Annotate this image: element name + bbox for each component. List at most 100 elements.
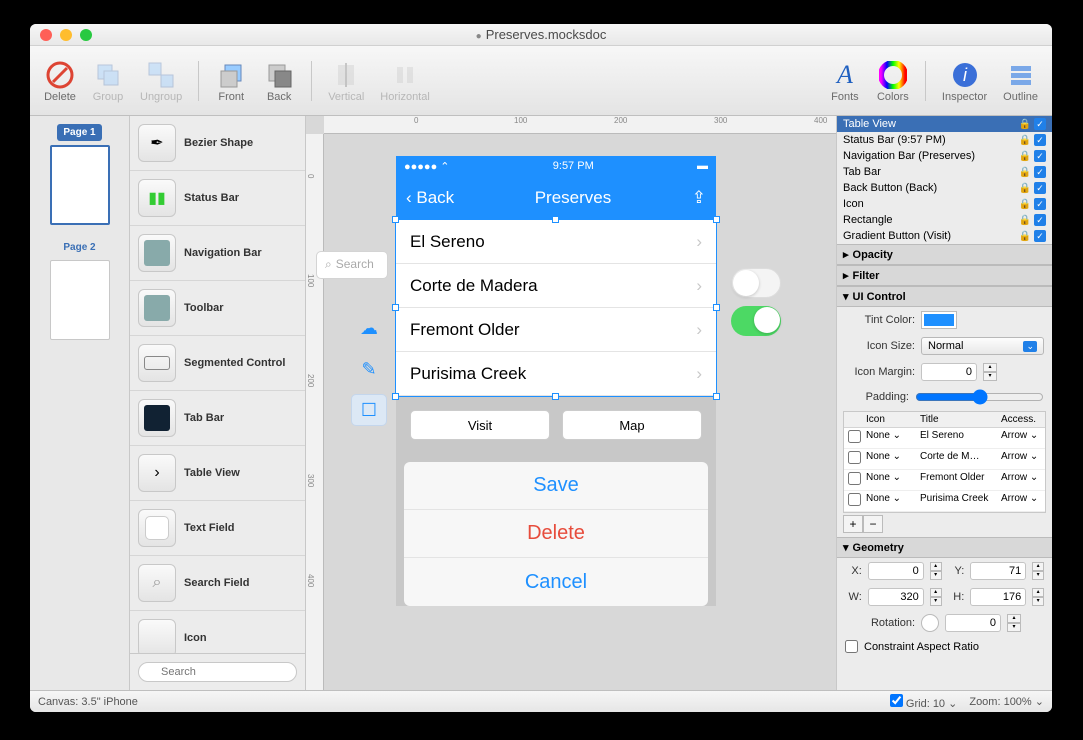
cancel-button[interactable]: Cancel — [404, 558, 708, 606]
lib-item-icon[interactable]: Icon — [130, 611, 305, 653]
table-row[interactable]: El Sereno› — [396, 220, 716, 264]
map-button[interactable]: Map — [562, 410, 702, 440]
canvas-area[interactable]: 0 100 200 300 400 0 100 200 300 400 ⌕Sea… — [306, 116, 836, 690]
delete-action-button[interactable]: Delete — [404, 510, 708, 558]
page-thumb-1[interactable]: Page 1 — [36, 122, 123, 229]
add-button[interactable]: + — [843, 515, 863, 533]
layer-row[interactable]: Tab Bar🔒✓ — [837, 164, 1052, 180]
lock-icon[interactable]: 🔒 — [1019, 231, 1031, 242]
uicontrol-header[interactable]: ▾ UI Control — [837, 286, 1052, 307]
layer-row[interactable]: Navigation Bar (Preserves)🔒✓ — [837, 148, 1052, 164]
lock-icon[interactable]: 🔒 — [1019, 183, 1031, 194]
ungroup-button[interactable]: Ungroup — [134, 55, 188, 107]
iconsize-select[interactable]: Normal⌄ — [921, 337, 1044, 355]
save-button[interactable]: Save — [404, 462, 708, 510]
fonts-button[interactable]: AFonts — [823, 55, 867, 107]
stepper[interactable]: ▴▾ — [1007, 614, 1021, 632]
table-row[interactable]: Fremont Older› — [396, 308, 716, 352]
geometry-header[interactable]: ▾ Geometry — [837, 537, 1052, 558]
visible-checkbox[interactable]: ✓ — [1034, 134, 1046, 146]
layer-row[interactable]: Icon🔒✓ — [837, 196, 1052, 212]
lock-icon[interactable]: 🔒 — [1019, 151, 1031, 162]
visible-checkbox[interactable]: ✓ — [1034, 166, 1046, 178]
visible-checkbox[interactable]: ✓ — [1034, 230, 1046, 242]
table-row[interactable]: Purisima Creek› — [396, 352, 716, 396]
lib-item-segmented[interactable]: Segmented Control — [130, 336, 305, 391]
zoom-dropdown[interactable]: Zoom: 100% ⌄ — [969, 695, 1044, 708]
chevron-right-icon: › — [696, 364, 702, 384]
lib-item-toolbar[interactable]: Toolbar — [130, 281, 305, 336]
lib-item-navbar[interactable]: Navigation Bar — [130, 226, 305, 281]
layer-row[interactable]: Table View🔒✓ — [837, 116, 1052, 132]
visible-checkbox[interactable]: ✓ — [1034, 198, 1046, 210]
lib-item-searchfield[interactable]: ⌕Search Field — [130, 556, 305, 611]
cloud-icon[interactable]: ☁ — [351, 312, 387, 344]
h-input[interactable] — [970, 588, 1026, 606]
vertical-button[interactable]: Vertical — [322, 55, 370, 107]
visit-button[interactable]: Visit — [410, 410, 550, 440]
layer-row[interactable]: Rectangle🔒✓ — [837, 212, 1052, 228]
layer-row[interactable]: Gradient Button (Visit)🔒✓ — [837, 228, 1052, 244]
lock-icon[interactable]: 🔒 — [1019, 167, 1031, 178]
lock-icon[interactable]: 🔒 — [1019, 199, 1031, 210]
outline-button[interactable]: Outline — [997, 55, 1044, 107]
lib-item-tabbar[interactable]: Tab Bar — [130, 391, 305, 446]
remove-button[interactable]: − — [863, 515, 883, 533]
lib-item-textfield[interactable]: Text Field — [130, 501, 305, 556]
lock-icon[interactable]: 🔒 — [1019, 119, 1031, 130]
mockup-tableview[interactable]: El Sereno› Corte de Madera› Fremont Olde… — [396, 220, 716, 396]
chevron-right-icon: › — [696, 320, 702, 340]
iconmargin-input[interactable] — [921, 363, 977, 381]
battery-icon: ▬ — [697, 160, 708, 172]
grid-dropdown[interactable]: Grid: 10 ⌄ — [890, 694, 957, 710]
rotation-input[interactable] — [945, 614, 1001, 632]
stepper[interactable]: ▴▾ — [1032, 562, 1044, 580]
table-row[interactable]: None ⌄Purisima CreekArrow ⌄ — [844, 491, 1045, 512]
visible-checkbox[interactable]: ✓ — [1034, 150, 1046, 162]
lock-icon[interactable]: 🔒 — [1019, 135, 1031, 146]
colors-button[interactable]: Colors — [871, 55, 915, 107]
padding-slider[interactable] — [915, 389, 1044, 405]
stepper[interactable]: ▴▾ — [983, 363, 997, 381]
nav-back-button[interactable]: ‹ Back — [406, 188, 454, 208]
canvas-search-field[interactable]: ⌕Search — [316, 251, 388, 279]
tint-colorwell[interactable] — [921, 311, 957, 329]
aspect-checkbox[interactable] — [845, 640, 858, 653]
visible-checkbox[interactable]: ✓ — [1034, 118, 1046, 130]
pages-panel: Page 1 Page 2 — [30, 116, 130, 690]
table-row[interactable]: None ⌄Fremont OlderArrow ⌄ — [844, 470, 1045, 491]
back-button[interactable]: Back — [257, 55, 301, 107]
x-input[interactable] — [868, 562, 924, 580]
filter-header[interactable]: ▸ Filter — [837, 265, 1052, 286]
library-search-input[interactable] — [138, 662, 297, 682]
horizontal-button[interactable]: Horizontal — [374, 55, 436, 107]
stepper[interactable]: ▴▾ — [1032, 588, 1044, 606]
w-input[interactable] — [868, 588, 924, 606]
rotation-dial[interactable] — [921, 614, 939, 632]
opacity-header[interactable]: ▸ Opacity — [837, 244, 1052, 265]
layer-row[interactable]: Status Bar (9:57 PM)🔒✓ — [837, 132, 1052, 148]
visible-checkbox[interactable]: ✓ — [1034, 182, 1046, 194]
front-button[interactable]: Front — [209, 55, 253, 107]
toggle-off[interactable] — [731, 268, 781, 298]
lib-item-bezier[interactable]: ✒Bezier Shape — [130, 116, 305, 171]
lib-item-tableview[interactable]: ›Table View — [130, 446, 305, 501]
layer-row[interactable]: Back Button (Back)🔒✓ — [837, 180, 1052, 196]
y-input[interactable] — [970, 562, 1026, 580]
share-icon[interactable]: ⇪ — [692, 188, 706, 208]
delete-button[interactable]: Delete — [38, 55, 82, 107]
table-row[interactable]: None ⌄Corte de M…Arrow ⌄ — [844, 449, 1045, 470]
stepper[interactable]: ▴▾ — [930, 588, 942, 606]
compose-icon[interactable]: ✎ — [351, 353, 387, 385]
lib-item-statusbar[interactable]: ▮▮Status Bar — [130, 171, 305, 226]
table-row[interactable]: None ⌄El SerenoArrow ⌄ — [844, 428, 1045, 449]
group-button[interactable]: Group — [86, 55, 130, 107]
visible-checkbox[interactable]: ✓ — [1034, 214, 1046, 226]
lock-icon[interactable]: 🔒 — [1019, 215, 1031, 226]
table-row[interactable]: Corte de Madera› — [396, 264, 716, 308]
page-thumb-2[interactable]: Page 2 — [36, 237, 123, 344]
stepper[interactable]: ▴▾ — [930, 562, 942, 580]
toggle-on[interactable] — [731, 306, 781, 336]
archive-icon[interactable]: ☐ — [351, 394, 387, 426]
inspector-button[interactable]: iInspector — [936, 55, 993, 107]
